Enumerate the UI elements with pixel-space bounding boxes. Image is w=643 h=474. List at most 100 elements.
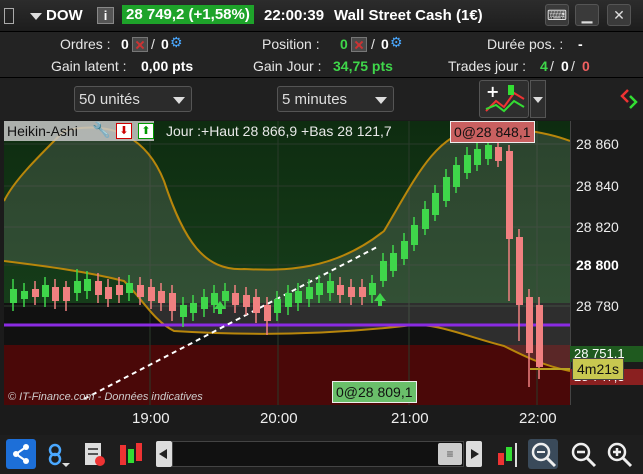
units-select[interactable]: 50 unités bbox=[74, 86, 192, 112]
zoom-fit-icon[interactable] bbox=[528, 439, 558, 469]
buy-order-icon[interactable]: ⬆ bbox=[138, 123, 154, 139]
candle-body bbox=[526, 297, 533, 353]
document-icon[interactable] bbox=[80, 439, 110, 469]
candle-body bbox=[63, 287, 70, 301]
candle-body bbox=[390, 253, 397, 271]
price-axis[interactable]: 28 860 28 840 28 820 28 800 28 780 28 75… bbox=[570, 121, 643, 405]
candle-body bbox=[21, 291, 28, 299]
chart-type-dropdown[interactable] bbox=[530, 80, 546, 118]
candle-body bbox=[222, 291, 229, 301]
cancel-orders-icon[interactable] bbox=[132, 37, 148, 52]
scrollbar-track[interactable] bbox=[172, 441, 464, 467]
wrench-icon[interactable]: 🔧 bbox=[92, 121, 111, 139]
title-bar: DOW i 28 749,2 (+1,58%) 22:00:39 Wall St… bbox=[0, 0, 643, 32]
keyboard-icon[interactable]: ⌨ bbox=[545, 4, 569, 26]
zoom-out-icon[interactable] bbox=[568, 439, 598, 469]
position-settings-icon[interactable]: ⚙ bbox=[390, 34, 403, 51]
candle-body bbox=[536, 305, 543, 367]
trades-losses: 0 bbox=[582, 58, 590, 74]
candle-body bbox=[126, 283, 133, 293]
chevron-down-icon bbox=[533, 97, 543, 103]
chart-canvas bbox=[3, 121, 571, 405]
candle-body bbox=[52, 287, 59, 301]
interval-select[interactable]: 5 minutes bbox=[277, 86, 394, 112]
share-icon[interactable] bbox=[6, 439, 36, 469]
close-icon[interactable]: ✕ bbox=[607, 4, 631, 26]
candle-body bbox=[274, 299, 281, 313]
candle-body bbox=[411, 225, 418, 245]
candle-body bbox=[464, 155, 471, 173]
sell-order-icon[interactable]: ⬇ bbox=[116, 123, 132, 139]
x-tick-label: 21:00 bbox=[391, 410, 429, 427]
candle-body bbox=[84, 279, 91, 291]
scroll-handle-icon[interactable]: ≡ bbox=[438, 443, 462, 465]
candle-body bbox=[169, 293, 176, 311]
info-icon[interactable]: i bbox=[97, 7, 114, 24]
candle-body bbox=[380, 261, 387, 281]
orders-label: Ordres : bbox=[60, 36, 111, 52]
chart-type-button[interactable]: + bbox=[479, 80, 529, 118]
chart-type-icon: + bbox=[485, 82, 525, 113]
candle-body bbox=[516, 237, 523, 305]
scroll-left-icon[interactable] bbox=[156, 441, 172, 467]
candle-body bbox=[32, 289, 39, 297]
gain-jour-value: 34,75 pts bbox=[333, 58, 393, 74]
candle-body bbox=[422, 209, 429, 229]
minimize-icon[interactable]: ▁ bbox=[575, 4, 599, 26]
candle-body bbox=[253, 297, 260, 313]
candle-body bbox=[243, 295, 250, 307]
window-handle-icon[interactable] bbox=[4, 8, 14, 24]
position-icon[interactable] bbox=[494, 439, 524, 469]
candle-body bbox=[474, 149, 481, 165]
orders-settings-icon[interactable]: ⚙ bbox=[170, 34, 183, 51]
instrument-dropdown-icon[interactable] bbox=[30, 13, 42, 20]
candle-body bbox=[180, 305, 187, 317]
price-chart[interactable]: Heikin-Ashi 🔧 ⬇ ⬆ Jour :+Haut 28 866,9 +… bbox=[3, 121, 571, 405]
candle-body bbox=[401, 241, 408, 259]
svg-text:+: + bbox=[486, 82, 499, 101]
position-count-2: 0 bbox=[381, 36, 389, 52]
top-order-label[interactable]: 0@28 848,1 bbox=[450, 121, 535, 143]
orders-count: 0 bbox=[121, 36, 129, 52]
instrument-symbol[interactable]: DOW bbox=[46, 7, 83, 24]
link-icon[interactable] bbox=[42, 439, 72, 469]
trades-label: Trades jour : bbox=[448, 58, 527, 74]
candle-body bbox=[148, 287, 155, 301]
bottom-toolbar: ≡ bbox=[0, 435, 643, 474]
candle-body bbox=[432, 193, 439, 215]
close-position-icon[interactable] bbox=[351, 37, 367, 52]
candle-body bbox=[232, 293, 239, 305]
candle-body bbox=[201, 297, 208, 309]
candle-body bbox=[495, 147, 502, 161]
candle-body bbox=[306, 287, 313, 299]
candle-body bbox=[285, 293, 292, 307]
x-tick-label: 19:00 bbox=[132, 410, 170, 427]
candle-body bbox=[506, 151, 513, 239]
y-tick-label: 28 780 bbox=[576, 298, 619, 314]
scroll-right-icon[interactable] bbox=[466, 441, 482, 467]
x-tick-label: 20:00 bbox=[260, 410, 298, 427]
y-tick-label: 28 820 bbox=[576, 219, 619, 235]
y-tick-label: 28 800 bbox=[576, 257, 619, 273]
candle-body bbox=[316, 283, 323, 295]
duration-value: - bbox=[578, 36, 583, 52]
indicators-icon[interactable] bbox=[116, 439, 146, 469]
candle-body bbox=[42, 285, 49, 297]
candle-body bbox=[369, 283, 376, 295]
candle-body bbox=[105, 287, 112, 299]
y-tick-label: 28 860 bbox=[576, 136, 619, 152]
gain-latent-value: 0,00 pts bbox=[141, 58, 194, 74]
gain-latent-label: Gain latent : bbox=[51, 58, 127, 74]
bottom-order-label[interactable]: 0@28 809,1 bbox=[332, 381, 417, 403]
side-panel-toggle-icon[interactable] bbox=[618, 82, 640, 116]
chevron-down-icon bbox=[173, 97, 185, 104]
candle-body bbox=[211, 293, 218, 305]
price-change-badge: 28 749,2 (+1,58%) bbox=[122, 5, 254, 24]
gain-jour-label: Gain Jour : bbox=[253, 58, 322, 74]
orders-count-2: 0 bbox=[161, 36, 169, 52]
zoom-in-icon[interactable] bbox=[604, 439, 634, 469]
trades-even: 0 bbox=[561, 58, 569, 74]
candle-body bbox=[453, 165, 460, 187]
indicator-name[interactable]: Heikin-Ashi bbox=[7, 123, 78, 139]
time-axis[interactable]: 19:00 20:00 21:00 22:00 bbox=[4, 405, 643, 435]
